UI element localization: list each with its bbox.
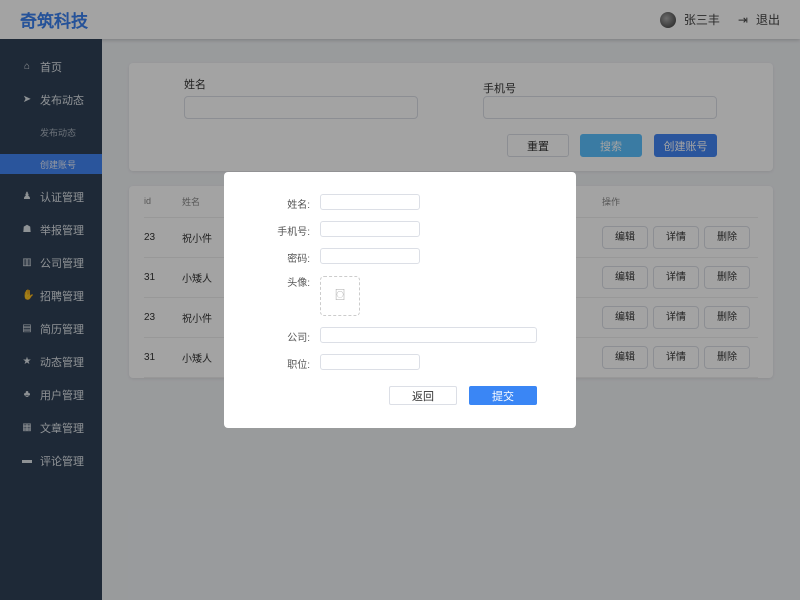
- avatar-upload[interactable]: ⌼: [320, 276, 360, 316]
- position-field-label: 职位:: [287, 360, 310, 371]
- back-button[interactable]: 返回: [389, 386, 457, 405]
- position-field[interactable]: [320, 354, 420, 370]
- company-field[interactable]: [320, 327, 537, 343]
- avatar-field-label: 头像:: [287, 278, 310, 289]
- phone-field[interactable]: [320, 221, 420, 237]
- phone-field-label: 手机号:: [277, 227, 310, 238]
- password-field-label: 密码:: [287, 254, 310, 265]
- name-field-label: 姓名:: [287, 200, 310, 211]
- create-account-dialog: 姓名: 手机号: 密码: 头像: ⌼ 公司: 职位: 返回 提交: [224, 172, 576, 428]
- submit-button[interactable]: 提交: [469, 386, 537, 405]
- password-field[interactable]: [320, 248, 420, 264]
- camera-plus-icon: ⌼: [335, 287, 345, 304]
- company-field-label: 公司:: [287, 333, 310, 344]
- name-field[interactable]: [320, 194, 420, 210]
